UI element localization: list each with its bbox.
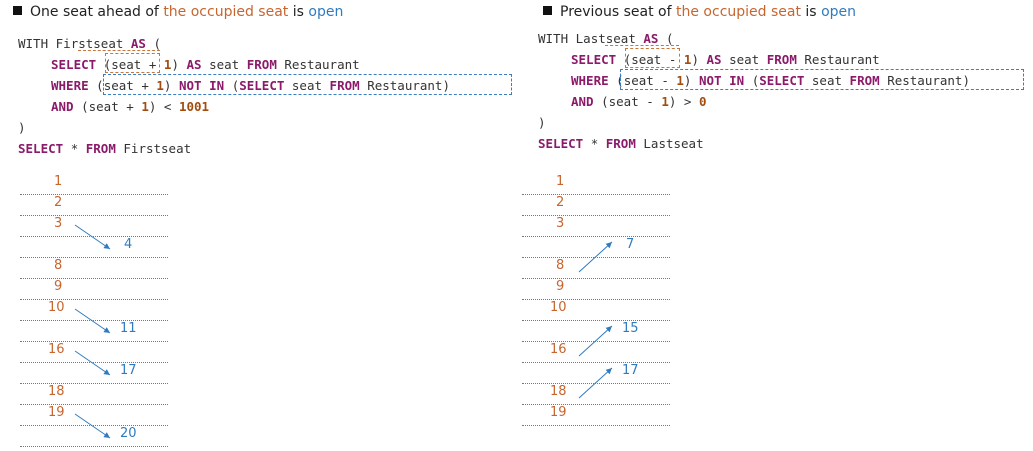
left-seat-table: 1 2 3 4 8 9 10 11 16 17 18 19 20 [20, 174, 180, 447]
underline-dash [78, 50, 160, 51]
right-panel: Previous seat of the occupied seat is op… [520, 0, 1033, 451]
heading-status: open [308, 4, 344, 20]
right-seat-table: 1 2 3 7 8 9 10 15 16 17 18 19 [522, 174, 682, 446]
code-line: SELECT (seat + 1) AS seat FROM Restauran… [51, 57, 360, 72]
heading-highlight: the occupied seat [676, 4, 801, 20]
heading-highlight: the occupied seat [163, 4, 289, 20]
heading-text: is [800, 4, 822, 20]
heading-text: is [288, 4, 309, 20]
arrow-icon [74, 308, 111, 334]
arrow-icon [578, 325, 613, 357]
left-panel: One seat ahead of the occupied seat is o… [0, 0, 512, 451]
right-heading: Previous seat of the occupied seat is op… [543, 4, 856, 20]
code-line: SELECT (seat - 1) AS seat FROM Restauran… [571, 52, 880, 67]
arrow-icon [74, 413, 111, 439]
code-line: ) [538, 115, 546, 130]
code-line: SELECT * FROM Lastseat [538, 136, 704, 151]
arrow-icon [578, 367, 613, 399]
square-bullet-icon [543, 6, 552, 15]
heading-status: open [821, 4, 857, 20]
square-bullet-icon [13, 6, 22, 15]
highlight-box-where [103, 74, 512, 95]
arrow-icon [74, 350, 111, 376]
arrow-icon [74, 224, 111, 250]
code-line: AND (seat + 1) < 1001 [51, 99, 210, 114]
underline-dash [605, 45, 679, 46]
right-sql-code: WITH Lastseat AS ( SELECT (seat - 1) AS … [538, 30, 1030, 160]
arrows-layer [74, 224, 111, 439]
heading-text: One seat ahead of [30, 4, 164, 20]
highlight-box-where [620, 69, 1024, 90]
code-line: ) [18, 120, 26, 135]
code-line: SELECT * FROM Firstseat [18, 141, 192, 156]
highlight-box-expression [105, 53, 160, 73]
left-heading: One seat ahead of the occupied seat is o… [13, 4, 343, 20]
code-line: AND (seat - 1) > 0 [571, 94, 707, 109]
heading-text: Previous seat of [560, 4, 676, 20]
arrow-icon [578, 241, 613, 273]
highlight-box-expression [625, 48, 680, 68]
arrows-layer [578, 241, 613, 399]
left-sql-code: WITH Firstseat AS ( SELECT (seat + 1) AS… [18, 35, 512, 165]
